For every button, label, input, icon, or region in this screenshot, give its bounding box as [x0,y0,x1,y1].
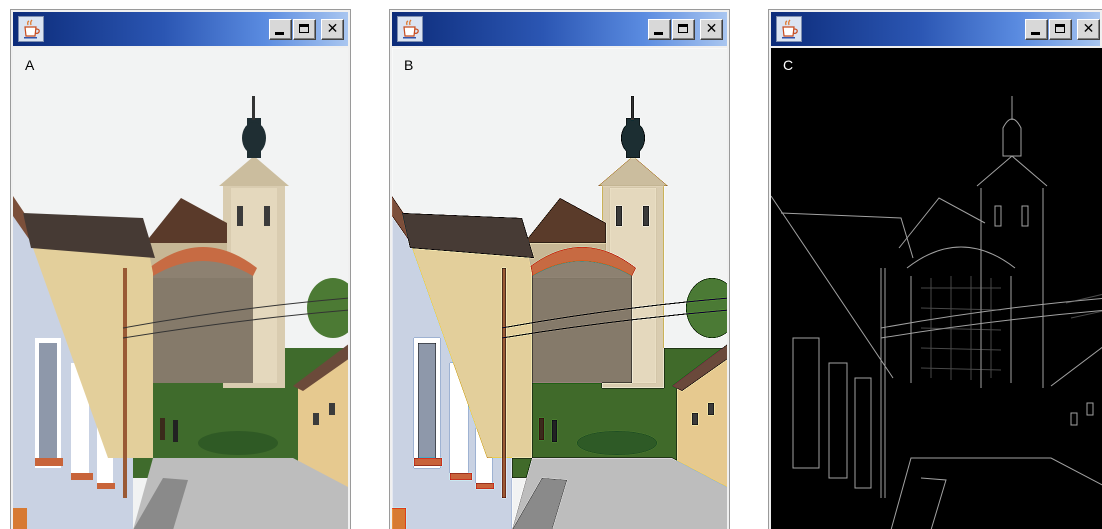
image-canvas: A [13,48,348,529]
close-icon: ✕ [326,21,339,37]
title-bar[interactable]: ✕ [771,12,1100,46]
image-label: A [25,57,35,73]
edge-detected-photo [771,48,1102,529]
minimize-icon [1031,32,1040,35]
title-bar[interactable]: ✕ [392,12,727,46]
java-coffee-cup-icon[interactable] [776,16,802,42]
java-coffee-cup-icon[interactable] [397,16,423,42]
original-photo [13,48,348,529]
maximize-icon [1055,24,1065,33]
image-label: B [404,57,414,73]
maximize-icon [678,24,688,33]
close-button[interactable]: ✕ [321,19,344,40]
close-icon: ✕ [705,21,718,37]
java-coffee-cup-icon[interactable] [18,16,44,42]
image-canvas: C [771,48,1102,529]
close-button[interactable]: ✕ [1077,19,1100,40]
maximize-icon [299,24,309,33]
title-bar[interactable]: ✕ [13,12,348,46]
image-canvas: B [392,48,727,529]
minimize-button[interactable] [648,19,671,40]
maximize-button[interactable] [293,19,316,40]
image-window-a[interactable]: ✕ A [10,9,351,529]
close-icon: ✕ [1082,21,1095,37]
image-window-c[interactable]: ✕ C [768,9,1102,529]
minimize-icon [654,32,663,35]
maximize-button[interactable] [1049,19,1072,40]
close-button[interactable]: ✕ [700,19,723,40]
sharpened-photo [392,48,727,529]
minimize-button[interactable] [269,19,292,40]
maximize-button[interactable] [672,19,695,40]
image-window-b[interactable]: ✕ B [389,9,730,529]
minimize-button[interactable] [1025,19,1048,40]
minimize-icon [275,32,284,35]
image-label: C [783,57,794,73]
